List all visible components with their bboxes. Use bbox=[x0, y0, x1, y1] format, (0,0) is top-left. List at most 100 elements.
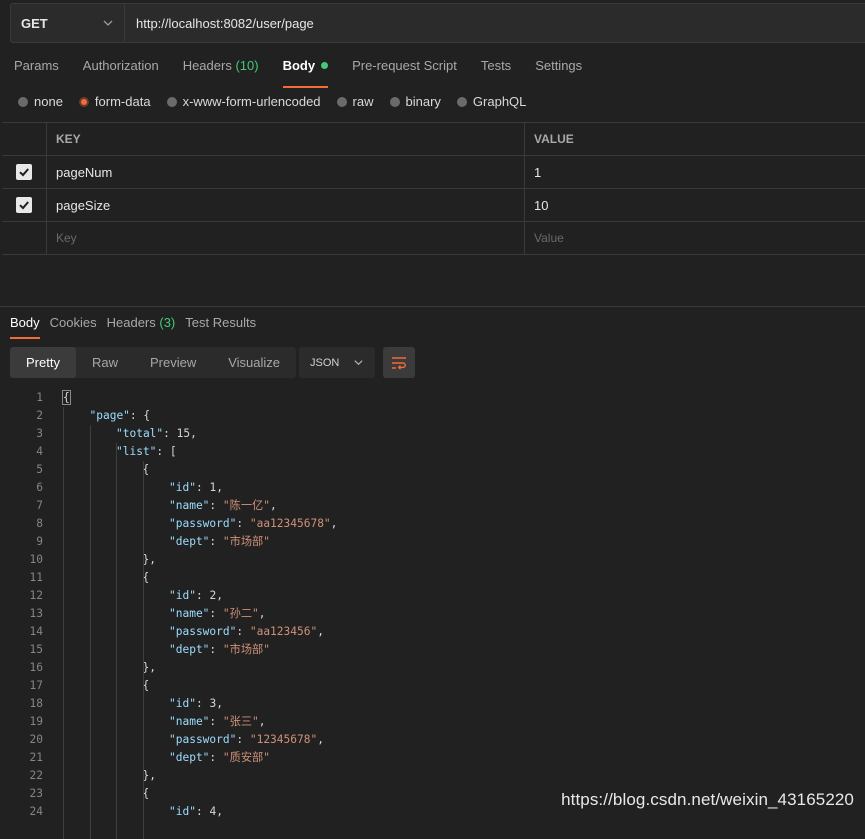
tab-tests[interactable]: Tests bbox=[481, 56, 511, 82]
view-pretty-button[interactable]: Pretty bbox=[10, 347, 76, 378]
code-token: , bbox=[216, 481, 223, 494]
view-preview-button[interactable]: Preview bbox=[134, 347, 212, 378]
radio-circle-icon bbox=[18, 96, 28, 107]
line-number: 21 bbox=[29, 751, 43, 764]
code-line: 11 { bbox=[0, 569, 865, 587]
code-text: "name": "张三", bbox=[63, 713, 266, 731]
radio-form-data[interactable]: form-data bbox=[78, 94, 151, 109]
radio-circle-icon bbox=[336, 96, 347, 107]
code-token: { bbox=[62, 390, 71, 405]
code-token: : bbox=[236, 517, 250, 530]
method-select[interactable]: GET bbox=[11, 4, 125, 42]
pane-divider[interactable] bbox=[0, 306, 865, 307]
code-token: "id" bbox=[169, 697, 196, 710]
code-text: "password": "aa12345678", bbox=[63, 515, 337, 533]
param-key[interactable]: pageNum bbox=[47, 156, 525, 188]
code-token: : bbox=[209, 715, 223, 728]
tab-label: Authorization bbox=[82, 58, 159, 73]
indent-guide bbox=[142, 461, 144, 839]
code-token: : bbox=[195, 481, 210, 494]
line-number: 16 bbox=[29, 661, 43, 674]
code-token: "陈一亿" bbox=[222, 499, 270, 512]
code-token: : bbox=[163, 427, 177, 440]
code-line: 8 "password": "aa12345678", bbox=[0, 515, 865, 533]
code-token: { bbox=[142, 463, 150, 476]
format-select[interactable]: JSON bbox=[299, 347, 375, 378]
code-text: "page": { bbox=[63, 407, 151, 425]
url-input[interactable]: http://localhost:8082/user/page bbox=[125, 4, 314, 42]
code-line: 19 "name": "张三", bbox=[0, 713, 865, 731]
tab-label: Headers bbox=[182, 58, 232, 73]
radio-label: raw bbox=[352, 94, 374, 109]
wrap-lines-button[interactable] bbox=[383, 347, 415, 378]
tab-params[interactable]: Params bbox=[14, 56, 59, 82]
row-checkbox[interactable] bbox=[16, 197, 32, 213]
response-tab-test-results[interactable]: Test Results bbox=[185, 313, 256, 333]
param-value[interactable]: 10 bbox=[525, 189, 865, 221]
response-body-code[interactable]: 1{2 "page": {3 "total": 15, 4 "list": [5{6 "i… bbox=[0, 389, 865, 839]
code-token: }, bbox=[142, 553, 156, 566]
tab-label: Pre-request Script bbox=[352, 58, 457, 73]
code-token: 15 bbox=[176, 427, 191, 440]
code-line: 1{ bbox=[0, 389, 865, 407]
line-number: 4 bbox=[36, 445, 43, 458]
code-line: 13 "name": "孙二", bbox=[0, 605, 865, 623]
line-number: 3 bbox=[36, 427, 43, 440]
table-row: pageSize 10 bbox=[2, 189, 865, 222]
line-number: 24 bbox=[29, 805, 43, 818]
radio-circle-icon bbox=[166, 96, 177, 107]
code-token: , bbox=[216, 697, 223, 710]
radio-raw[interactable]: raw bbox=[336, 94, 374, 109]
chevron-down-icon bbox=[103, 20, 113, 26]
tab-authorization[interactable]: Authorization bbox=[83, 56, 159, 82]
code-token: , bbox=[317, 625, 324, 638]
tab-headers[interactable]: Headers (10) bbox=[183, 56, 259, 82]
row-checkbox[interactable] bbox=[16, 164, 32, 180]
code-token: "dept" bbox=[169, 751, 210, 764]
key-column-header: KEY bbox=[47, 123, 525, 155]
key-input-placeholder[interactable]: Key bbox=[47, 222, 525, 254]
param-key[interactable]: pageSize bbox=[47, 189, 525, 221]
line-number: 19 bbox=[29, 715, 43, 728]
line-number: 8 bbox=[36, 517, 43, 530]
radio-graphql[interactable]: GraphQL bbox=[456, 94, 526, 109]
tab-pre-request-script[interactable]: Pre-request Script bbox=[352, 56, 457, 82]
view-raw-button[interactable]: Raw bbox=[76, 347, 134, 378]
tab-label: Params bbox=[14, 58, 59, 73]
code-line: 4 "list": [ bbox=[0, 443, 865, 461]
response-tab-headers[interactable]: Headers (3) bbox=[107, 313, 176, 333]
radio-x-www-form-urlencoded[interactable]: x-www-form-urlencoded bbox=[166, 94, 321, 109]
response-tab-body[interactable]: Body bbox=[10, 313, 40, 339]
tab-label: Headers bbox=[106, 315, 156, 330]
view-visualize-button[interactable]: Visualize bbox=[212, 347, 296, 378]
wrap-lines-icon bbox=[392, 356, 406, 370]
code-line: 6 "id": 1, bbox=[0, 479, 865, 497]
value-input-placeholder[interactable]: Value bbox=[525, 222, 865, 254]
tab-settings[interactable]: Settings bbox=[535, 56, 582, 82]
code-token: }, bbox=[142, 769, 156, 782]
code-token: : { bbox=[129, 409, 151, 422]
watermark: https://blog.csdn.net/weixin_43165220 bbox=[561, 790, 854, 809]
tab-body[interactable]: Body bbox=[282, 56, 329, 88]
code-token: "id" bbox=[169, 481, 196, 494]
param-value[interactable]: 1 bbox=[525, 156, 865, 188]
code-token: : bbox=[209, 499, 223, 512]
checkmark-icon bbox=[19, 201, 29, 210]
line-number: 23 bbox=[29, 787, 43, 800]
radio-binary[interactable]: binary bbox=[389, 94, 441, 109]
format-label: JSON bbox=[310, 356, 340, 369]
code-token: : bbox=[236, 625, 250, 638]
table-row-empty: Key Value bbox=[2, 222, 865, 255]
radio-none[interactable]: none bbox=[18, 94, 63, 109]
table-header-row: KEY VALUE bbox=[2, 123, 865, 156]
tab-label: Tests bbox=[480, 58, 512, 73]
code-token: "name" bbox=[169, 607, 210, 620]
tab-count-badge: (10) bbox=[235, 58, 259, 73]
code-token: "name" bbox=[169, 715, 210, 728]
response-tab-cookies[interactable]: Cookies bbox=[50, 313, 97, 333]
code-token: , bbox=[317, 733, 324, 746]
code-token: : bbox=[195, 589, 210, 602]
indent-guide bbox=[63, 407, 64, 839]
code-line: 12 "id": 2, bbox=[0, 587, 865, 605]
code-text: "list": [ bbox=[63, 443, 177, 461]
